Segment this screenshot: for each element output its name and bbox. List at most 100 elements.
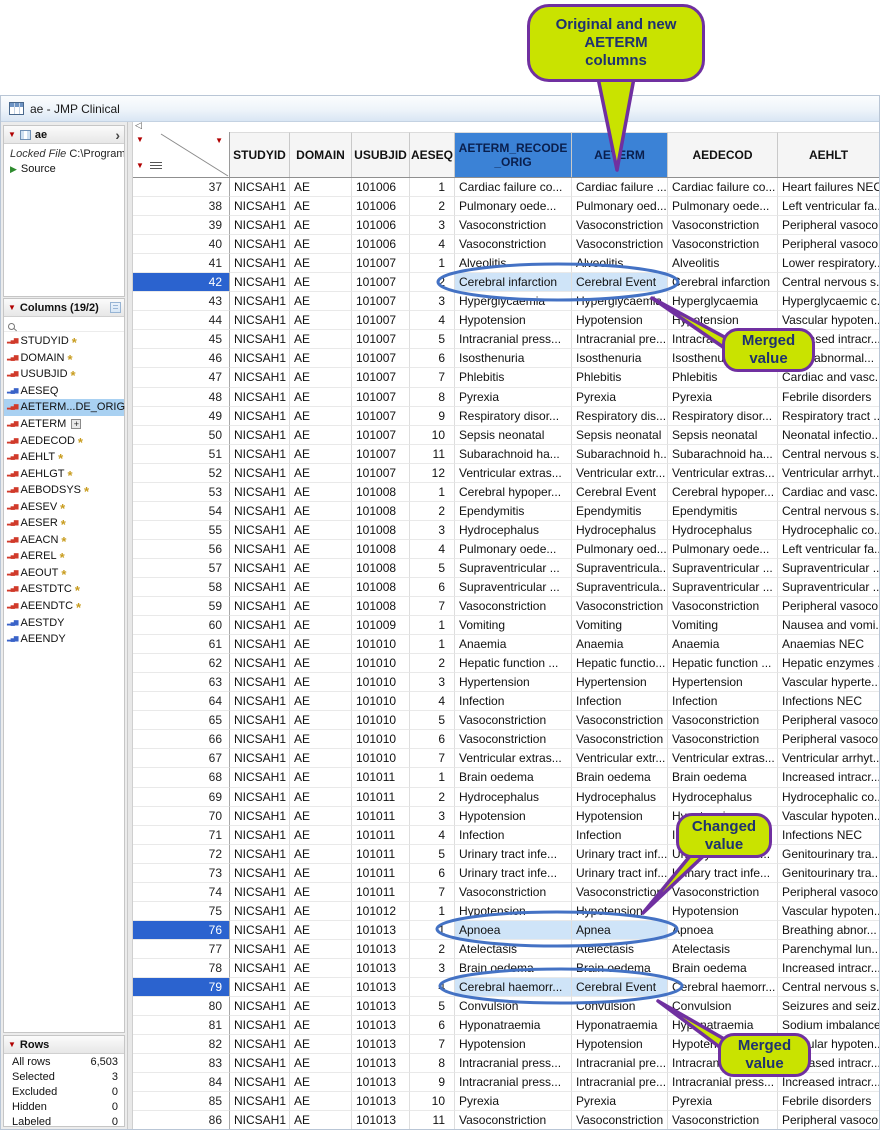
cell-domain[interactable]: AE xyxy=(290,1073,352,1092)
cell-usubjid[interactable]: 101010 xyxy=(352,673,410,692)
cell-aeseq[interactable]: 7 xyxy=(410,597,455,616)
cell-aedecod[interactable]: Atelectasis xyxy=(668,940,778,959)
cell-usubjid[interactable]: 101013 xyxy=(352,1054,410,1073)
cell-aeterm[interactable]: Vasoconstriction xyxy=(572,711,668,730)
cell-usubjid[interactable]: 101007 xyxy=(352,445,410,464)
column-header-aeseq[interactable]: AESEQ xyxy=(410,132,455,177)
red-triangle-menu-icon[interactable]: ▼ xyxy=(8,304,16,312)
column-list-item-aeout[interactable]: ▂▄▆AEOUT* xyxy=(4,565,124,582)
column-list-item-aebodsys[interactable]: ▂▄▆AEBODSYS* xyxy=(4,482,124,499)
column-list-item-aedecod[interactable]: ▂▄▆AEDECOD* xyxy=(4,432,124,449)
cell-studyid[interactable]: NICSAH1 xyxy=(230,368,290,387)
row-number-cell[interactable]: 80 xyxy=(133,997,230,1016)
cell-studyid[interactable]: NICSAH1 xyxy=(230,768,290,787)
column-list-item-aeterm[interactable]: ▂▄▆AETERM+ xyxy=(4,416,124,433)
cell-studyid[interactable]: NICSAH1 xyxy=(230,730,290,749)
cell-usubjid[interactable]: 101013 xyxy=(352,1035,410,1054)
cell-domain[interactable]: AE xyxy=(290,445,352,464)
cell-usubjid[interactable]: 101006 xyxy=(352,197,410,216)
row-number-cell[interactable]: 70 xyxy=(133,807,230,826)
column-header-aeterm-recode[interactable]: AETERM_RECODE_ORIG xyxy=(455,132,572,177)
cell-aeseq[interactable]: 7 xyxy=(410,1035,455,1054)
cell-aeterm[interactable]: Respiratory dis... xyxy=(572,407,668,426)
cell-usubjid[interactable]: 101013 xyxy=(352,921,410,940)
cell-studyid[interactable]: NICSAH1 xyxy=(230,845,290,864)
cell-aedecod[interactable]: Vasoconstriction xyxy=(668,235,778,254)
cell-aeseq[interactable]: 1 xyxy=(410,768,455,787)
row-number-cell[interactable]: 41 xyxy=(133,254,230,273)
cell-aeterm[interactable]: Vomiting xyxy=(572,616,668,635)
cell-aeseq[interactable]: 12 xyxy=(410,464,455,483)
cell-usubjid[interactable]: 101007 xyxy=(352,311,410,330)
cell-aeseq[interactable]: 1 xyxy=(410,254,455,273)
cell-aeterm-recode-orig[interactable]: Convulsion xyxy=(455,997,572,1016)
cell-usubjid[interactable]: 101010 xyxy=(352,692,410,711)
cell-usubjid[interactable]: 101013 xyxy=(352,978,410,997)
cell-usubjid[interactable]: 101011 xyxy=(352,864,410,883)
cell-domain[interactable]: AE xyxy=(290,1054,352,1073)
cell-domain[interactable]: AE xyxy=(290,178,352,197)
cell-aedecod[interactable]: Vasoconstriction xyxy=(668,711,778,730)
rows-stat-selected[interactable]: Selected3 xyxy=(4,1069,124,1084)
cell-aeseq[interactable]: 3 xyxy=(410,216,455,235)
cell-aedecod[interactable]: Supraventricular ... xyxy=(668,578,778,597)
cell-aeseq[interactable]: 4 xyxy=(410,311,455,330)
cell-aehlt[interactable]: Increased intracr... xyxy=(778,959,879,978)
cell-aeseq[interactable]: 1 xyxy=(410,902,455,921)
cell-aeterm[interactable]: Alveolitis xyxy=(572,254,668,273)
cell-domain[interactable]: AE xyxy=(290,940,352,959)
cell-usubjid[interactable]: 101008 xyxy=(352,578,410,597)
cell-aeterm-recode-orig[interactable]: Vasoconstriction xyxy=(455,1111,572,1129)
cell-domain[interactable]: AE xyxy=(290,540,352,559)
cell-aeterm[interactable]: Hepatic functio... xyxy=(572,654,668,673)
cell-studyid[interactable]: NICSAH1 xyxy=(230,235,290,254)
cell-aeterm-recode-orig[interactable]: Supraventricular ... xyxy=(455,578,572,597)
cell-aeterm-recode-orig[interactable]: Sepsis neonatal xyxy=(455,426,572,445)
cell-usubjid[interactable]: 101010 xyxy=(352,654,410,673)
cell-domain[interactable]: AE xyxy=(290,749,352,768)
row-number-cell[interactable]: 77 xyxy=(133,940,230,959)
row-number-cell[interactable]: 62 xyxy=(133,654,230,673)
cell-aeseq[interactable]: 2 xyxy=(410,940,455,959)
cell-usubjid[interactable]: 101011 xyxy=(352,788,410,807)
column-list-item-aerel[interactable]: ▂▄▆AEREL* xyxy=(4,548,124,565)
cell-studyid[interactable]: NICSAH1 xyxy=(230,1111,290,1129)
row-number-cell[interactable]: 73 xyxy=(133,864,230,883)
row-number-cell[interactable]: 68 xyxy=(133,768,230,787)
cell-usubjid[interactable]: 101008 xyxy=(352,540,410,559)
cell-studyid[interactable]: NICSAH1 xyxy=(230,921,290,940)
cell-aedecod[interactable]: Vasoconstriction xyxy=(668,883,778,902)
cell-usubjid[interactable]: 101007 xyxy=(352,349,410,368)
cell-aeterm-recode-orig[interactable]: Hydrocephalus xyxy=(455,521,572,540)
row-number-cell[interactable]: 46 xyxy=(133,349,230,368)
cell-studyid[interactable]: NICSAH1 xyxy=(230,959,290,978)
cell-aeterm[interactable]: Pulmonary oed... xyxy=(572,540,668,559)
row-number-cell[interactable]: 81 xyxy=(133,1016,230,1035)
cell-aeseq[interactable]: 6 xyxy=(410,1016,455,1035)
cell-domain[interactable]: AE xyxy=(290,883,352,902)
cell-usubjid[interactable]: 101011 xyxy=(352,768,410,787)
cell-aedecod[interactable]: Brain oedema xyxy=(668,959,778,978)
cell-aeseq[interactable]: 1 xyxy=(410,616,455,635)
row-number-cell[interactable]: 75 xyxy=(133,902,230,921)
cell-aedecod[interactable]: Hydrocephalus xyxy=(668,788,778,807)
cell-aedecod[interactable]: Vasoconstriction xyxy=(668,597,778,616)
cell-aeseq[interactable]: 2 xyxy=(410,502,455,521)
cell-studyid[interactable]: NICSAH1 xyxy=(230,1092,290,1111)
cell-aehlt[interactable]: Central nervous s... xyxy=(778,445,879,464)
cell-aeseq[interactable]: 10 xyxy=(410,1092,455,1111)
rows-stat-labeled[interactable]: Labeled0 xyxy=(4,1114,124,1129)
cell-aedecod[interactable]: Anaemia xyxy=(668,635,778,654)
cell-aehlt[interactable]: Peripheral vasoco... xyxy=(778,883,879,902)
cell-domain[interactable]: AE xyxy=(290,349,352,368)
column-list-item-aeacn[interactable]: ▂▄▆AEACN* xyxy=(4,532,124,549)
cell-domain[interactable]: AE xyxy=(290,273,352,292)
column-list-item-usubjid[interactable]: ▂▄▆USUBJID* xyxy=(4,366,124,383)
cell-aeterm-recode-orig[interactable]: Cardiac failure co... xyxy=(455,178,572,197)
cell-aeseq[interactable]: 9 xyxy=(410,407,455,426)
row-number-cell[interactable]: 78 xyxy=(133,959,230,978)
cell-domain[interactable]: AE xyxy=(290,997,352,1016)
cell-aehlt[interactable]: Supraventricular ... xyxy=(778,578,879,597)
cell-usubjid[interactable]: 101013 xyxy=(352,1111,410,1129)
cell-aeterm[interactable]: Cerebral Event xyxy=(572,483,668,502)
